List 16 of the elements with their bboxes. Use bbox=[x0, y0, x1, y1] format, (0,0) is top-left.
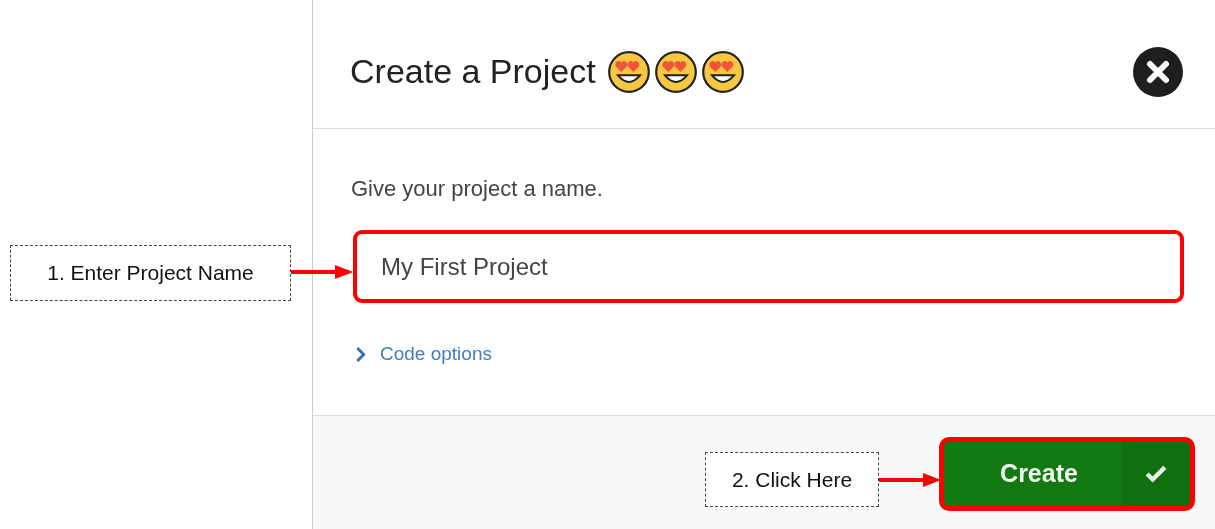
heart-eyes-emoji-icon bbox=[653, 49, 698, 94]
heart-eyes-emoji-icon bbox=[606, 49, 651, 94]
annotation-callout: 1. Enter Project Name bbox=[10, 245, 291, 301]
project-name-field[interactable]: My First Project bbox=[353, 230, 1184, 303]
arrow-annotation bbox=[879, 470, 941, 490]
field-prompt: Give your project a name. bbox=[351, 176, 604, 202]
code-options-toggle[interactable]: Code options bbox=[351, 343, 492, 365]
close-icon bbox=[1133, 46, 1183, 97]
checkmark-icon bbox=[1145, 464, 1167, 483]
heart-eyes-emoji-icon bbox=[700, 49, 745, 94]
chevron-icon bbox=[355, 346, 366, 362]
create-button[interactable]: Create bbox=[939, 436, 1195, 511]
close-button[interactable] bbox=[1133, 46, 1183, 97]
arrow-annotation bbox=[291, 262, 353, 282]
dialog-title: Create a Project bbox=[350, 52, 596, 91]
annotation-callout: 2. Click Here bbox=[705, 452, 879, 507]
